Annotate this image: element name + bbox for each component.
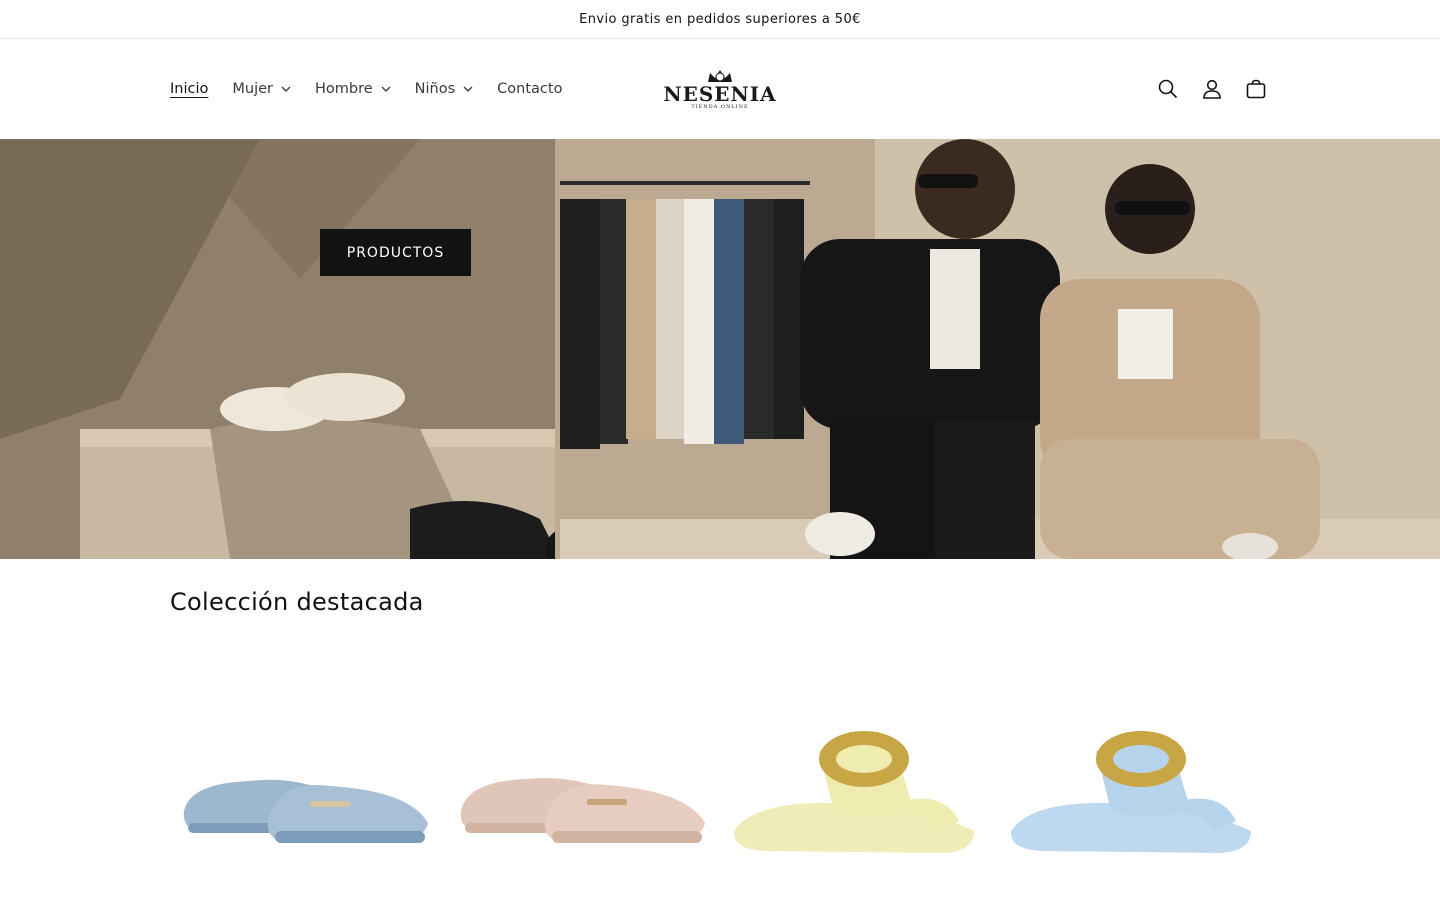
product-card[interactable] xyxy=(724,661,984,900)
nav-item-hombre[interactable]: Hombre xyxy=(315,81,391,97)
hero-image xyxy=(0,139,1440,559)
search-button[interactable] xyxy=(1158,79,1178,99)
search-icon xyxy=(1158,79,1178,99)
chevron-down-icon xyxy=(463,86,473,92)
nav-label: Mujer xyxy=(232,81,273,97)
product-card[interactable] xyxy=(1001,661,1261,900)
section-title: Colección destacada xyxy=(170,588,424,616)
cart-icon xyxy=(1246,79,1266,99)
chevron-down-icon xyxy=(381,86,391,92)
nav-label: Niños xyxy=(414,81,456,97)
cart-button[interactable] xyxy=(1246,79,1266,99)
product-image xyxy=(1010,731,1251,853)
nav-item-inicio[interactable]: Inicio xyxy=(170,81,208,97)
logo-tagline: TIENDA ONLINE xyxy=(691,104,749,110)
account-button[interactable] xyxy=(1202,79,1222,99)
product-card[interactable] xyxy=(170,661,430,900)
logo-wordmark: NESENIA xyxy=(663,82,777,106)
hero-banner: PRODUCTOS xyxy=(0,139,1440,559)
products-button[interactable]: PRODUCTOS xyxy=(320,229,471,276)
featured-products xyxy=(170,661,1440,900)
main-nav: Inicio Mujer Hombre Niños Contacto xyxy=(170,81,586,97)
site-header: Inicio Mujer Hombre Niños Contacto NESEN… xyxy=(0,39,1440,139)
announcement-text: Envio gratis en pedidos superiores a 50€ xyxy=(579,11,861,27)
product-image xyxy=(183,779,428,843)
nav-label: Contacto xyxy=(497,81,563,97)
brand-logo[interactable]: NESENIA TIENDA ONLINE xyxy=(663,68,777,110)
header-actions xyxy=(1158,79,1266,99)
chevron-down-icon xyxy=(281,86,291,92)
nav-label: Hombre xyxy=(315,81,373,97)
account-icon xyxy=(1203,79,1221,99)
announcement-bar: Envio gratis en pedidos superiores a 50€ xyxy=(0,0,1440,39)
nav-label: Inicio xyxy=(170,81,209,97)
nav-item-mujer[interactable]: Mujer xyxy=(232,81,291,97)
product-card[interactable] xyxy=(447,661,707,900)
product-image xyxy=(460,778,705,843)
nav-item-contacto[interactable]: Contacto xyxy=(497,81,562,97)
product-image xyxy=(733,731,974,853)
nav-item-ninos[interactable]: Niños xyxy=(415,81,474,97)
